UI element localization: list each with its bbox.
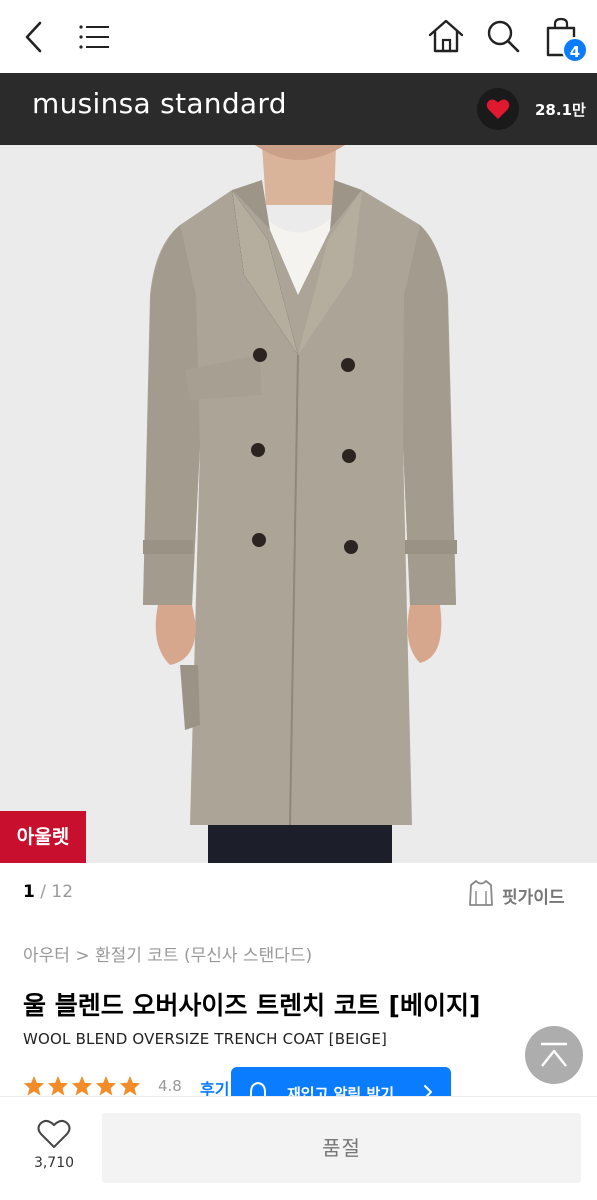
brand-like-button[interactable] (477, 88, 519, 130)
pager-current: 1 (23, 882, 35, 902)
scroll-top-button[interactable] (525, 1026, 583, 1084)
brand-name[interactable]: musinsa standard (32, 87, 287, 120)
star-icon (95, 1075, 117, 1096)
heart-filled-icon (486, 99, 510, 119)
star-icon (23, 1075, 45, 1096)
menu-icon[interactable] (78, 22, 112, 52)
breadcrumb[interactable]: 아우터 > 환절기 코트 (무신사 스탠다드) (23, 941, 312, 966)
cart-count-badge: 4 (562, 37, 588, 63)
wishlist-button[interactable]: 3,710 (26, 1119, 82, 1179)
brand-like-count: 28.1만 (535, 101, 586, 119)
search-icon[interactable] (485, 18, 521, 54)
top-nav: 4 (0, 0, 597, 73)
fit-guide-label: 핏가이드 (502, 888, 565, 908)
sold-out-button[interactable]: 품절 (102, 1113, 581, 1183)
product-title-english: WOOL BLEND OVERSIZE TRENCH COAT [BEIGE] (23, 1030, 388, 1048)
pager-total: 12 (51, 882, 74, 902)
rating-value: 4.8 (158, 1077, 182, 1095)
product-image[interactable]: 아울렛 (0, 145, 597, 863)
star-icon (119, 1075, 141, 1096)
image-pager: 1 / 12 (23, 882, 73, 902)
trench-coat-photo (0, 145, 597, 863)
home-icon[interactable] (427, 18, 465, 54)
shirt-icon (469, 880, 493, 906)
product-title: 울 블렌드 오버사이즈 트렌치 코트 [베이지] (23, 991, 481, 1020)
brand-bar: musinsa standard 28.1만 (0, 73, 597, 145)
wishlist-count: 3,710 (33, 1155, 75, 1171)
outlet-tag: 아울렛 (0, 811, 86, 863)
star-icon (71, 1075, 93, 1096)
rating-stars (23, 1075, 143, 1097)
heart-outline-icon (37, 1119, 71, 1148)
bottom-action-bar: 3,710 품절 (0, 1096, 597, 1200)
arrow-up-icon (541, 1042, 567, 1067)
pager-separator: / (34, 882, 52, 902)
back-arrow-icon[interactable] (20, 20, 50, 54)
star-icon (47, 1075, 69, 1096)
